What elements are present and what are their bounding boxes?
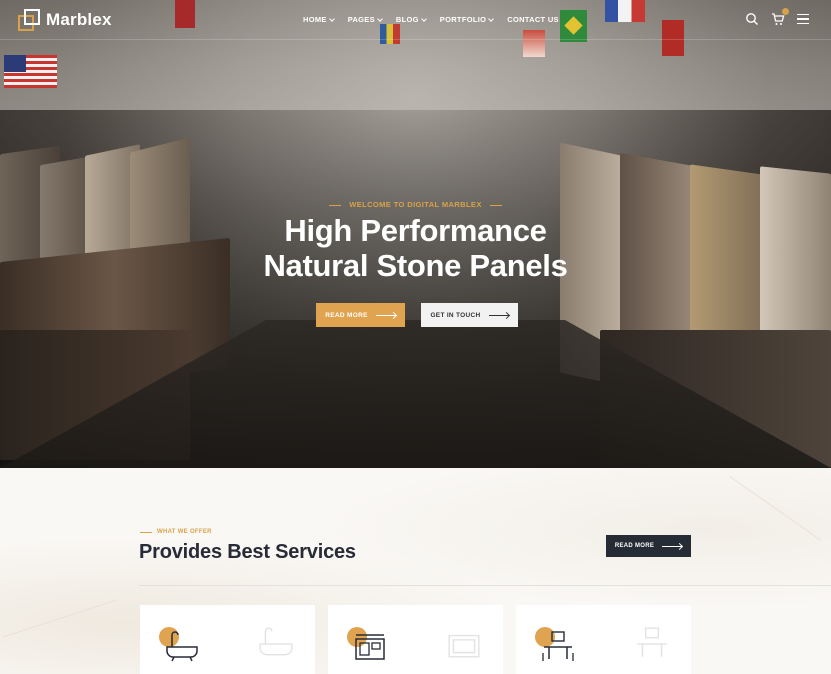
nav-label: HOME [303,15,327,24]
marble-vein [729,476,822,541]
chevron-down-icon [328,15,335,22]
button-label: READ MORE [325,311,368,319]
nav-item-home[interactable]: HOME [303,15,335,24]
cart-icon[interactable] [771,8,789,26]
dining-table-watermark-icon [637,627,667,657]
nav-item-pages[interactable]: PAGES [347,15,383,24]
arrow-right-icon [488,314,509,316]
hero-title-line2: Natural Stone Panels [263,248,568,283]
logo-text: Marblex [46,10,112,29]
site-header: Marblex HOME PAGES BLOG PORTFOLIO CONTAC… [0,0,831,40]
eyebrow-text: WELCOME TO DIGITAL MARBLEX [349,200,482,209]
bathtub-icon [166,631,198,662]
dining-table-icon [542,631,574,661]
eyebrow-line [329,204,342,206]
chevron-down-icon [377,15,383,22]
service-card[interactable] [328,605,503,674]
logo-mark-icon [18,9,40,31]
button-label: GET IN TOUCH [430,311,481,319]
logo[interactable]: Marblex [18,9,112,31]
services-title: Provides Best Services [139,541,356,563]
kitchen-icon [355,634,385,660]
flag-usa [4,55,57,88]
section-divider [139,585,831,586]
services-read-more-button[interactable]: READ MORE [606,535,691,557]
get-in-touch-button[interactable]: GET IN TOUCH [421,303,518,327]
search-icon[interactable] [745,12,759,26]
hero-title: High Performance Natural Stone Panels [0,213,831,283]
kitchen-watermark-icon [448,634,480,658]
bathtub-watermark-icon [259,627,293,656]
nav-label: CONTACT US [507,15,559,24]
kicker-text: WHAT WE OFFER [157,529,212,535]
arrow-right-icon [375,314,396,316]
eyebrow-line [489,204,502,206]
service-card[interactable] [140,605,315,674]
services-section: WHAT WE OFFER Provides Best Services REA… [0,468,831,674]
button-label: READ MORE [614,543,655,549]
arrow-right-icon [662,545,683,547]
nav-label: BLOG [395,15,419,24]
services-kicker: WHAT WE OFFER [140,529,212,535]
menu-icon[interactable] [797,14,809,24]
chevron-down-icon [488,15,495,22]
header-actions [745,8,809,26]
nav-label: PORTFOLIO [439,15,487,24]
hero-title-line1: High Performance [284,213,547,248]
kicker-line [140,531,152,533]
marble-vein [2,599,118,638]
main-nav: HOME PAGES BLOG PORTFOLIO CONTACT US [303,15,573,24]
nav-item-contact[interactable]: CONTACT US [507,15,559,24]
nav-item-portfolio[interactable]: PORTFOLIO [439,15,495,24]
read-more-button[interactable]: READ MORE [316,303,405,327]
nav-item-blog[interactable]: BLOG [395,15,427,24]
cart-badge [782,8,789,15]
hero-eyebrow: WELCOME TO DIGITAL MARBLEX [0,200,831,209]
service-card[interactable] [516,605,691,674]
nav-label: PAGES [347,15,375,24]
chevron-down-icon [420,15,427,22]
